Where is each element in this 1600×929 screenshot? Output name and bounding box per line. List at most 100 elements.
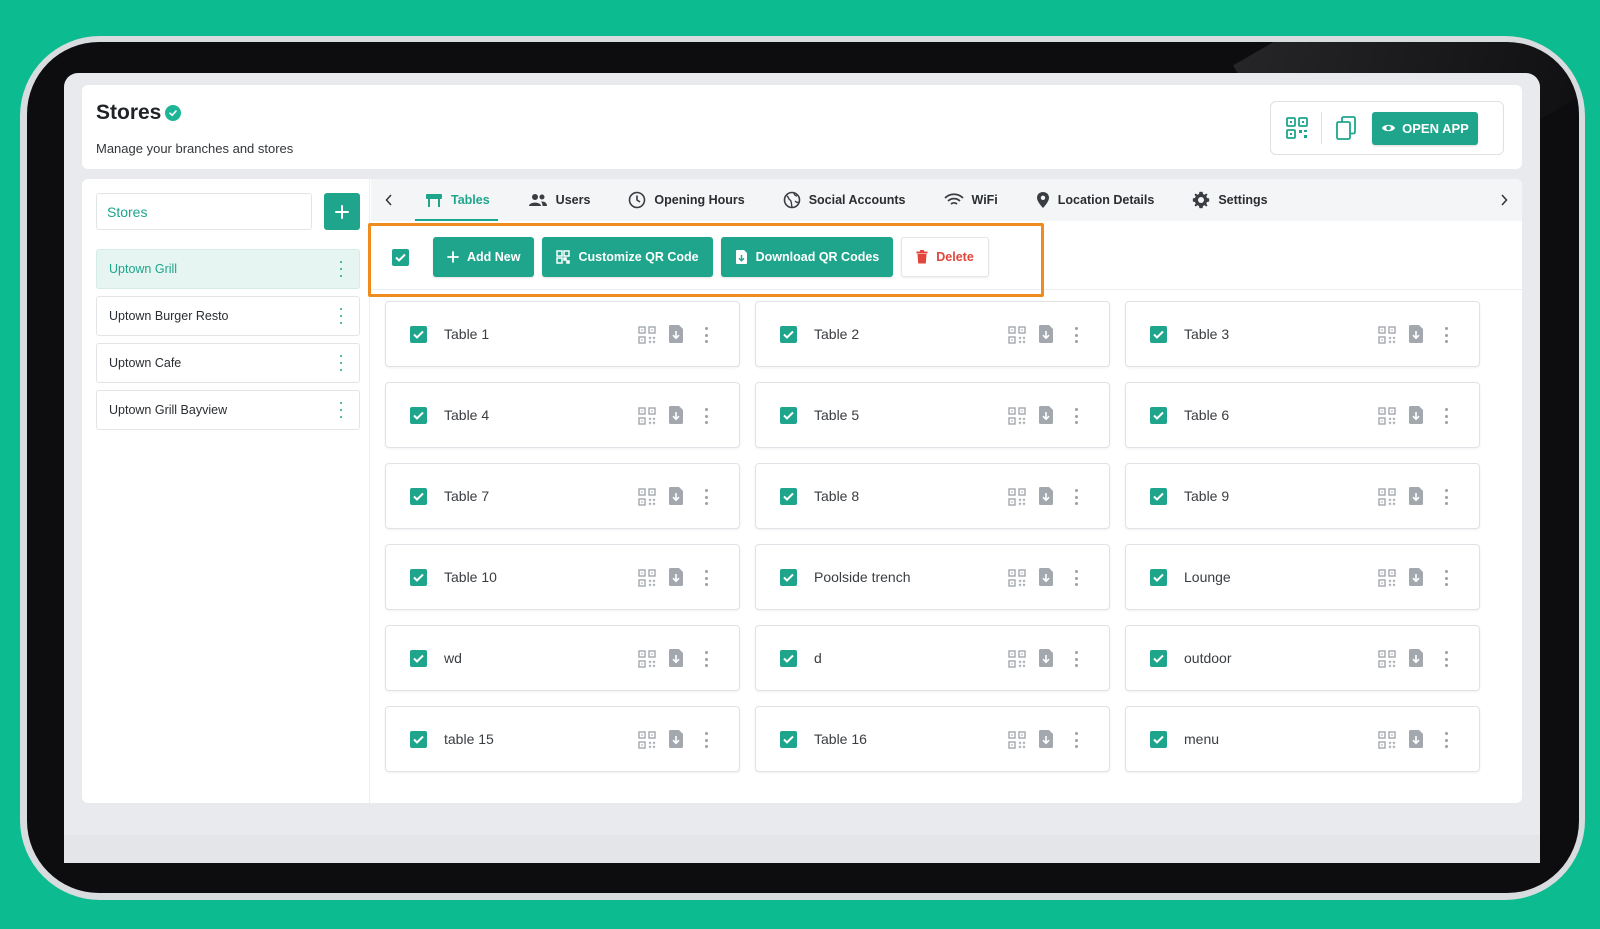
select-all-checkbox[interactable] [392,248,409,266]
table-checkbox[interactable] [780,488,797,505]
copy-icon[interactable] [1332,114,1360,142]
more-vertical-icon[interactable] [1074,570,1078,586]
table-card[interactable]: Table 3 [1125,301,1480,367]
qr-code-icon[interactable] [638,407,656,425]
table-card[interactable]: d [755,625,1110,691]
qr-code-icon[interactable] [1283,114,1311,142]
table-card[interactable]: outdoor [1125,625,1480,691]
qr-code-icon[interactable] [638,650,656,668]
table-checkbox[interactable] [410,488,427,505]
store-item-uptown-burger-resto[interactable]: Uptown Burger Resto [96,296,360,336]
table-card[interactable]: Table 2 [755,301,1110,367]
qr-code-icon[interactable] [1008,407,1026,425]
more-vertical-icon[interactable] [704,489,708,505]
more-vertical-icon[interactable] [1074,408,1078,424]
tabs-scroll-left[interactable] [371,179,407,221]
download-file-icon[interactable] [668,486,686,506]
qr-code-icon[interactable] [1378,488,1396,506]
download-file-icon[interactable] [1408,729,1426,749]
more-vertical-icon[interactable] [1444,408,1448,424]
table-card[interactable]: Table 6 [1125,382,1480,448]
tab-opening-hours[interactable]: Opening Hours [628,179,745,221]
more-vertical-icon[interactable] [339,355,343,371]
table-checkbox[interactable] [780,569,797,586]
download-qr-codes-button[interactable]: Download QR Codes [720,237,894,277]
store-search-input[interactable] [96,193,312,230]
table-card[interactable]: Table 7 [385,463,740,529]
table-card[interactable]: Table 4 [385,382,740,448]
tabs-scroll-right[interactable] [1486,179,1522,221]
qr-code-icon[interactable] [1378,569,1396,587]
table-checkbox[interactable] [410,650,427,667]
qr-code-icon[interactable] [638,488,656,506]
table-checkbox[interactable] [410,731,427,748]
qr-code-icon[interactable] [1008,326,1026,344]
table-card[interactable]: menu [1125,706,1480,772]
qr-code-icon[interactable] [1008,650,1026,668]
table-checkbox[interactable] [780,407,797,424]
add-new-button[interactable]: Add New [433,237,535,277]
more-vertical-icon[interactable] [704,327,708,343]
more-vertical-icon[interactable] [339,308,343,324]
store-item-uptown-grill[interactable]: Uptown Grill [96,249,360,289]
table-checkbox[interactable] [780,650,797,667]
tab-users[interactable]: Users [528,179,590,221]
more-vertical-icon[interactable] [1074,327,1078,343]
download-file-icon[interactable] [1408,486,1426,506]
more-vertical-icon[interactable] [1074,651,1078,667]
add-store-button[interactable] [324,193,360,230]
table-checkbox[interactable] [410,407,427,424]
download-file-icon[interactable] [1038,648,1056,668]
qr-code-icon[interactable] [1008,731,1026,749]
customize-qr-code-button[interactable]: Customize QR Code [542,237,713,277]
qr-code-icon[interactable] [1378,326,1396,344]
qr-code-icon[interactable] [1378,650,1396,668]
table-card[interactable]: Table 9 [1125,463,1480,529]
table-checkbox[interactable] [1150,569,1167,586]
tab-location-details[interactable]: Location Details [1036,179,1154,221]
table-checkbox[interactable] [1150,488,1167,505]
table-card[interactable]: Table 16 [755,706,1110,772]
qr-code-icon[interactable] [638,326,656,344]
table-checkbox[interactable] [1150,407,1167,424]
qr-code-icon[interactable] [1008,488,1026,506]
tab-settings[interactable]: Settings [1192,179,1268,221]
table-card[interactable]: wd [385,625,740,691]
download-file-icon[interactable] [1038,324,1056,344]
table-checkbox[interactable] [410,326,427,343]
tab-wifi[interactable]: WiFi [943,179,998,221]
qr-code-icon[interactable] [1008,569,1026,587]
download-file-icon[interactable] [1038,405,1056,425]
table-checkbox[interactable] [1150,326,1167,343]
download-file-icon[interactable] [1038,567,1056,587]
more-vertical-icon[interactable] [1074,489,1078,505]
download-file-icon[interactable] [1408,567,1426,587]
table-checkbox[interactable] [1150,731,1167,748]
more-vertical-icon[interactable] [704,570,708,586]
more-vertical-icon[interactable] [704,732,708,748]
download-file-icon[interactable] [668,729,686,749]
table-card[interactable]: Table 10 [385,544,740,610]
table-card[interactable]: table 15 [385,706,740,772]
download-file-icon[interactable] [1408,405,1426,425]
qr-code-icon[interactable] [638,731,656,749]
more-vertical-icon[interactable] [339,261,343,277]
more-vertical-icon[interactable] [1444,732,1448,748]
more-vertical-icon[interactable] [1074,732,1078,748]
download-file-icon[interactable] [668,648,686,668]
more-vertical-icon[interactable] [1444,570,1448,586]
store-item-uptown-grill-bayview[interactable]: Uptown Grill Bayview [96,390,360,430]
download-file-icon[interactable] [1408,324,1426,344]
store-item-uptown-cafe[interactable]: Uptown Cafe [96,343,360,383]
more-vertical-icon[interactable] [339,402,343,418]
download-file-icon[interactable] [1038,729,1056,749]
download-file-icon[interactable] [668,405,686,425]
qr-code-icon[interactable] [1378,731,1396,749]
open-app-button[interactable]: OPEN APP [1372,111,1478,145]
tab-social-accounts[interactable]: Social Accounts [783,179,906,221]
table-card[interactable]: Table 8 [755,463,1110,529]
download-file-icon[interactable] [668,324,686,344]
table-checkbox[interactable] [780,731,797,748]
more-vertical-icon[interactable] [1444,651,1448,667]
more-vertical-icon[interactable] [704,408,708,424]
